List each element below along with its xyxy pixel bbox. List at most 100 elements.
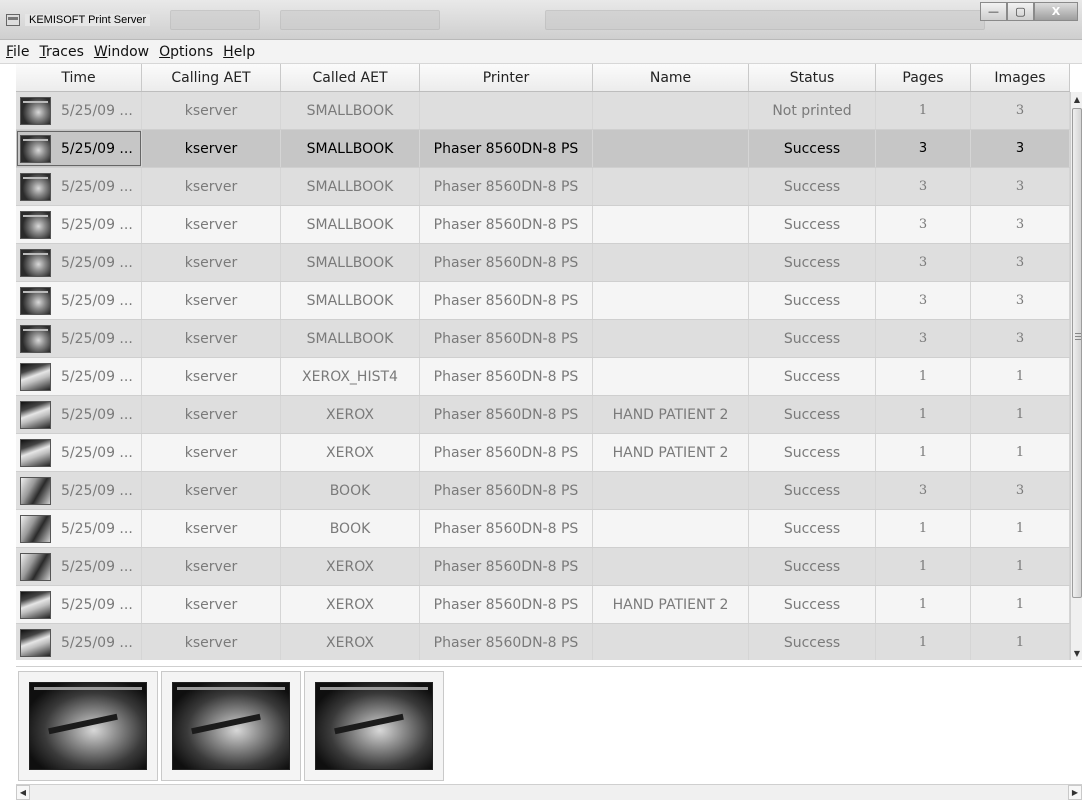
table-row[interactable]: 5/25/09 ... kserver BOOK Phaser 8560DN-8 PS…: [16, 510, 1070, 548]
cell-status[interactable]: Success: [749, 130, 876, 167]
preview-thumbnail[interactable]: [161, 671, 301, 781]
cell-pages[interactable]: 1: [876, 92, 971, 129]
cell-images[interactable]: 1: [971, 396, 1070, 433]
table-row[interactable]: 5/25/09 ... kserver XEROX Phaser 8560DN-8 P…: [16, 548, 1070, 586]
table-row[interactable]: 5/25/09 ... kserver XEROX Phaser 8560DN-8 P…: [16, 396, 1070, 434]
column-header-pages[interactable]: Pages: [876, 64, 971, 91]
cell-images[interactable]: 3: [971, 320, 1070, 357]
cell-calling-aet[interactable]: kserver: [142, 320, 281, 357]
cell-printer[interactable]: [420, 92, 593, 129]
cell-pages[interactable]: 3: [876, 472, 971, 509]
cell-name[interactable]: [593, 130, 749, 167]
column-header-calling-aet[interactable]: Calling AET: [142, 64, 281, 91]
cell-status[interactable]: Success: [749, 472, 876, 509]
cell-pages[interactable]: 3: [876, 130, 971, 167]
cell-called-aet[interactable]: XEROX_HIST4: [281, 358, 420, 395]
column-header-printer[interactable]: Printer: [420, 64, 593, 91]
cell-pages[interactable]: 3: [876, 282, 971, 319]
cell-name[interactable]: [593, 510, 749, 547]
column-header-status[interactable]: Status: [749, 64, 876, 91]
cell-images[interactable]: 3: [971, 130, 1070, 167]
cell-status[interactable]: Success: [749, 206, 876, 243]
cell-called-aet[interactable]: BOOK: [281, 472, 420, 509]
cell-time[interactable]: 5/25/09 ...: [16, 282, 142, 319]
cell-images[interactable]: 1: [971, 358, 1070, 395]
cell-printer[interactable]: Phaser 8560DN-8 PS: [420, 510, 593, 547]
cell-images[interactable]: 3: [971, 472, 1070, 509]
cell-printer[interactable]: Phaser 8560DN-8 PS: [420, 396, 593, 433]
column-header-images[interactable]: Images: [971, 64, 1070, 91]
maximize-button[interactable]: ▢: [1007, 2, 1034, 21]
cell-time[interactable]: 5/25/09 ...: [16, 586, 142, 623]
cell-time[interactable]: 5/25/09 ...: [16, 358, 142, 395]
cell-images[interactable]: 3: [971, 244, 1070, 281]
cell-called-aet[interactable]: XEROX: [281, 548, 420, 585]
cell-calling-aet[interactable]: kserver: [142, 434, 281, 471]
table-row[interactable]: 5/25/09 ... kserver XEROX_HIST4 Phaser 8560…: [16, 358, 1070, 396]
cell-pages[interactable]: 1: [876, 586, 971, 623]
cell-images[interactable]: 3: [971, 282, 1070, 319]
cell-time[interactable]: 5/25/09 ...: [16, 130, 142, 167]
cell-status[interactable]: Success: [749, 168, 876, 205]
cell-status[interactable]: Success: [749, 358, 876, 395]
cell-printer[interactable]: Phaser 8560DN-8 PS: [420, 472, 593, 509]
cell-time[interactable]: 5/25/09 ...: [16, 624, 142, 660]
horizontal-scrollbar[interactable]: ◀ ▶: [16, 784, 1082, 800]
cell-called-aet[interactable]: SMALLBOOK: [281, 92, 420, 129]
cell-images[interactable]: 1: [971, 624, 1070, 660]
scroll-down-arrow-icon[interactable]: ▼: [1071, 646, 1082, 660]
cell-called-aet[interactable]: SMALLBOOK: [281, 320, 420, 357]
cell-images[interactable]: 3: [971, 168, 1070, 205]
menu-options[interactable]: Options: [159, 44, 213, 60]
cell-calling-aet[interactable]: kserver: [142, 358, 281, 395]
menu-help[interactable]: Help: [223, 44, 255, 60]
cell-calling-aet[interactable]: kserver: [142, 396, 281, 433]
cell-calling-aet[interactable]: kserver: [142, 206, 281, 243]
cell-called-aet[interactable]: SMALLBOOK: [281, 282, 420, 319]
cell-pages[interactable]: 1: [876, 434, 971, 471]
cell-printer[interactable]: Phaser 8560DN-8 PS: [420, 358, 593, 395]
cell-called-aet[interactable]: SMALLBOOK: [281, 206, 420, 243]
cell-time[interactable]: 5/25/09 ...: [16, 434, 142, 471]
close-button[interactable]: X: [1034, 2, 1078, 21]
cell-name[interactable]: HAND PATIENT 2: [593, 434, 749, 471]
menu-window[interactable]: Window: [94, 44, 149, 60]
cell-printer[interactable]: Phaser 8560DN-8 PS: [420, 168, 593, 205]
cell-calling-aet[interactable]: kserver: [142, 130, 281, 167]
vertical-scroll-thumb[interactable]: [1072, 108, 1082, 598]
cell-pages[interactable]: 1: [876, 548, 971, 585]
cell-calling-aet[interactable]: kserver: [142, 472, 281, 509]
cell-images[interactable]: 1: [971, 586, 1070, 623]
cell-pages[interactable]: 3: [876, 168, 971, 205]
cell-calling-aet[interactable]: kserver: [142, 510, 281, 547]
cell-name[interactable]: [593, 92, 749, 129]
cell-calling-aet[interactable]: kserver: [142, 586, 281, 623]
cell-name[interactable]: [593, 624, 749, 660]
cell-images[interactable]: 3: [971, 206, 1070, 243]
cell-status[interactable]: Success: [749, 282, 876, 319]
menu-file[interactable]: File: [6, 44, 29, 60]
cell-status[interactable]: Success: [749, 586, 876, 623]
cell-called-aet[interactable]: SMALLBOOK: [281, 168, 420, 205]
cell-name[interactable]: [593, 168, 749, 205]
scroll-up-arrow-icon[interactable]: ▲: [1071, 92, 1082, 106]
table-row[interactable]: 5/25/09 ... kserver BOOK Phaser 8560DN-8 PS…: [16, 472, 1070, 510]
cell-called-aet[interactable]: SMALLBOOK: [281, 244, 420, 281]
cell-calling-aet[interactable]: kserver: [142, 548, 281, 585]
cell-name[interactable]: [593, 206, 749, 243]
cell-printer[interactable]: Phaser 8560DN-8 PS: [420, 624, 593, 660]
cell-time[interactable]: 5/25/09 ...: [16, 510, 142, 547]
cell-pages[interactable]: 1: [876, 358, 971, 395]
cell-name[interactable]: HAND PATIENT 2: [593, 396, 749, 433]
cell-name[interactable]: [593, 244, 749, 281]
cell-called-aet[interactable]: BOOK: [281, 510, 420, 547]
table-row[interactable]: 5/25/09 ... kserver XEROX Phaser 8560DN-8 P…: [16, 434, 1070, 472]
cell-time[interactable]: 5/25/09 ...: [16, 472, 142, 509]
table-row[interactable]: 5/25/09 ... kserver SMALLBOOK Phaser 8560DN…: [16, 320, 1070, 358]
cell-calling-aet[interactable]: kserver: [142, 168, 281, 205]
cell-status[interactable]: Success: [749, 624, 876, 660]
table-row[interactable]: 5/25/09 ... kserver SMALLBOOK Phaser 8560DN…: [16, 244, 1070, 282]
cell-printer[interactable]: Phaser 8560DN-8 PS: [420, 320, 593, 357]
table-row[interactable]: 5/25/09 ... kserver SMALLBOOK Phaser 8560DN…: [16, 206, 1070, 244]
table-row[interactable]: 5/25/09 ... kserver SMALLBOOK Phaser 8560DN…: [16, 282, 1070, 320]
